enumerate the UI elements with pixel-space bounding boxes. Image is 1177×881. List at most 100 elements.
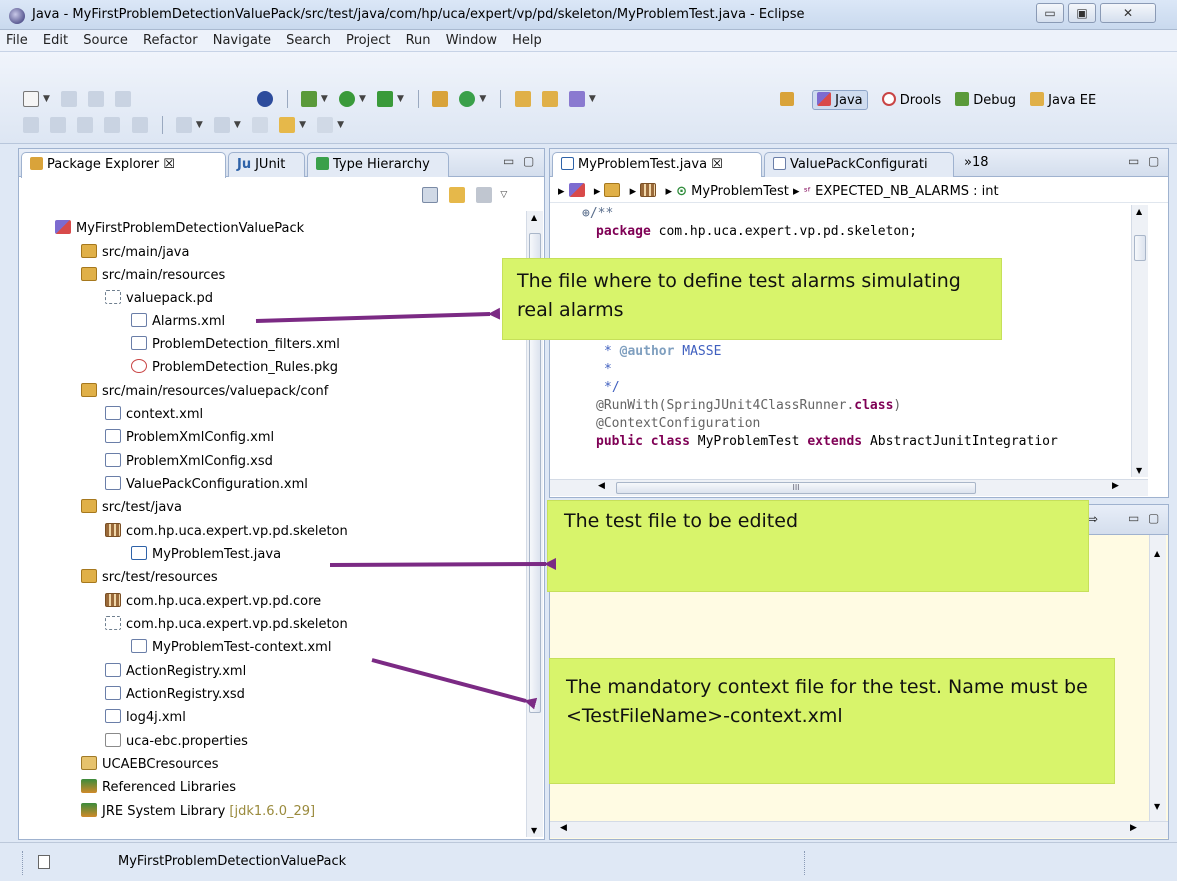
save-all-icon[interactable] [88, 91, 105, 107]
breadcrumb-field[interactable]: EXPECTED_NB_ALARMS : int [815, 184, 998, 199]
maximize-view-icon[interactable]: ▢ [1148, 154, 1159, 168]
code-editor[interactable]: ⊕/** package com.hp.uca.expert.vp.pd.ske… [550, 205, 1130, 477]
menu-file[interactable]: File [0, 30, 33, 48]
focus-on-task-icon[interactable] [476, 187, 493, 203]
block-selection-icon[interactable] [104, 117, 121, 133]
tree-item[interactable]: src/main/java [81, 241, 189, 264]
chevron-down-icon[interactable]: ▼ [299, 120, 306, 130]
editor-vertical-scrollbar[interactable]: ▲ ▼ [1131, 205, 1148, 477]
tree-item[interactable]: com.hp.uca.expert.vp.pd.skeleton [105, 613, 348, 636]
chevron-down-icon[interactable]: ▼ [234, 120, 241, 130]
menu-help[interactable]: Help [506, 30, 547, 48]
chevron-down-icon[interactable]: ▼ [321, 94, 328, 104]
tab-package-explorer[interactable]: Package Explorer ☒ [21, 152, 226, 178]
new-java-package-icon[interactable] [432, 91, 449, 107]
menu-source[interactable]: Source [77, 30, 133, 48]
chevron-down-icon[interactable]: ▼ [196, 120, 203, 130]
perspective-drools[interactable]: Drools [881, 92, 941, 108]
perspective-javaee[interactable]: Java EE [1030, 92, 1096, 108]
new-icon[interactable] [23, 91, 39, 107]
menu-run[interactable]: Run [400, 30, 436, 48]
new-java-class-icon[interactable] [459, 91, 476, 107]
horizontal-scrollbar-thumb[interactable]: III [616, 482, 976, 494]
scroll-down-icon[interactable]: ▼ [531, 826, 537, 835]
scroll-left-icon[interactable]: ◀ [598, 481, 605, 491]
menu-search[interactable]: Search [280, 30, 336, 48]
tree-item[interactable]: ProblemXmlConfig.xsd [105, 450, 273, 473]
tab-type-hierarchy[interactable]: Type Hierarchy [307, 152, 449, 177]
scroll-right-icon[interactable]: ▶ [1130, 823, 1137, 833]
tab-valuepackconfiguration[interactable]: ValuePackConfigurati [764, 152, 954, 177]
minimize-view-icon[interactable]: ▭ [503, 154, 514, 168]
tree-item[interactable]: ValuePackConfiguration.xml [105, 473, 308, 496]
tree-item[interactable]: ActionRegistry.xml [105, 660, 246, 683]
tree-item[interactable]: com.hp.uca.expert.vp.pd.core [105, 590, 321, 613]
toggle-mark-icon[interactable] [23, 117, 39, 133]
forward-icon[interactable] [317, 117, 334, 133]
scroll-up-icon[interactable]: ▲ [1154, 549, 1160, 558]
folded-comment[interactable]: ⊕/** [582, 205, 613, 223]
tree-item[interactable]: context.xml [105, 403, 203, 426]
tree-item[interactable]: src/test/resources [81, 566, 218, 589]
tree-item[interactable]: MyFirstProblemDetectionValuePack [55, 217, 304, 240]
search-icon[interactable] [568, 91, 585, 107]
chevron-down-icon[interactable]: ▼ [397, 94, 404, 104]
previous-annotation-icon[interactable] [213, 117, 230, 133]
tree-item[interactable]: Referenced Libraries [81, 776, 236, 799]
project-icon[interactable] [568, 183, 585, 197]
scroll-up-icon[interactable]: ▲ [1136, 207, 1142, 216]
scroll-right-icon[interactable]: ▶ [1112, 481, 1119, 491]
collapse-all-icon[interactable] [422, 187, 438, 203]
external-tools-icon[interactable] [377, 91, 394, 107]
tree-item[interactable]: src/main/resources [81, 264, 225, 287]
more-tabs-button[interactable]: »18 [964, 155, 989, 170]
tree-item[interactable]: ActionRegistry.xsd [105, 683, 245, 706]
close-button[interactable]: ✕ [1100, 3, 1156, 23]
editor-horizontal-scrollbar[interactable]: ◀ III ▶ [550, 479, 1148, 496]
menu-project[interactable]: Project [340, 30, 395, 48]
chevron-down-icon[interactable]: ▼ [589, 94, 596, 104]
minimize-view-icon[interactable]: ▭ [1128, 154, 1139, 168]
tree-item[interactable]: log4j.xml [105, 706, 186, 729]
chevron-down-icon[interactable]: ▼ [337, 120, 344, 130]
menu-refactor[interactable]: Refactor [137, 30, 203, 48]
chevron-down-icon[interactable]: ▼ [359, 94, 366, 104]
view-menu-icon[interactable]: ▽ [500, 190, 507, 200]
tree-item[interactable]: valuepack.pd [105, 287, 213, 310]
scroll-up-icon[interactable]: ▲ [531, 213, 537, 222]
save-icon[interactable] [61, 91, 78, 107]
tree-item[interactable]: MyProblemTest.java [131, 543, 281, 566]
tab-myproblemtest-java[interactable]: MyProblemTest.java ☒ [552, 152, 762, 178]
tree-item[interactable]: Alarms.xml [131, 310, 225, 333]
link-with-editor-icon[interactable] [449, 187, 466, 203]
tree-item[interactable]: JRE System Library [jdk1.6.0_29] [81, 800, 315, 823]
tree-item[interactable]: uca-ebc.properties [105, 730, 248, 753]
debug-icon[interactable] [300, 91, 317, 107]
tree-item[interactable]: UCAEBCresources [81, 753, 218, 776]
breadcrumb-class[interactable]: MyProblemTest [691, 184, 789, 199]
next-page-icon[interactable]: ⇨ [1088, 512, 1098, 526]
breadcrumb-toggle-icon[interactable] [77, 117, 94, 133]
show-whitespace-icon[interactable] [131, 117, 148, 133]
menu-window[interactable]: Window [440, 30, 502, 48]
next-annotation-icon[interactable] [175, 117, 192, 133]
maximize-view-icon[interactable]: ▢ [1148, 511, 1159, 525]
tree-item[interactable]: MyProblemTest-context.xml [131, 636, 331, 659]
menu-edit[interactable]: Edit [37, 30, 73, 48]
menu-navigate[interactable]: Navigate [207, 30, 276, 48]
scroll-left-icon[interactable]: ◀ [560, 823, 567, 833]
maximize-button[interactable]: ▣ [1068, 3, 1096, 23]
minimize-button[interactable]: ▭ [1036, 3, 1064, 23]
print-icon[interactable] [115, 91, 132, 107]
new-resource-icon[interactable] [38, 855, 50, 869]
bottom-view-horizontal-scrollbar[interactable]: ◀ ▶ [550, 821, 1168, 838]
last-edit-icon[interactable] [251, 117, 268, 133]
source-folder-icon[interactable] [604, 183, 621, 197]
maximize-view-icon[interactable]: ▢ [523, 154, 534, 168]
tree-item[interactable]: ProblemXmlConfig.xml [105, 426, 274, 449]
scrollbar-thumb[interactable] [1134, 235, 1146, 261]
minimize-view-icon[interactable]: ▭ [1128, 511, 1139, 525]
tab-junit[interactable]: Ju JUnit [228, 152, 305, 177]
package-icon[interactable] [640, 183, 657, 197]
tree-item[interactable]: ProblemDetection_Rules.pkg [131, 356, 338, 379]
